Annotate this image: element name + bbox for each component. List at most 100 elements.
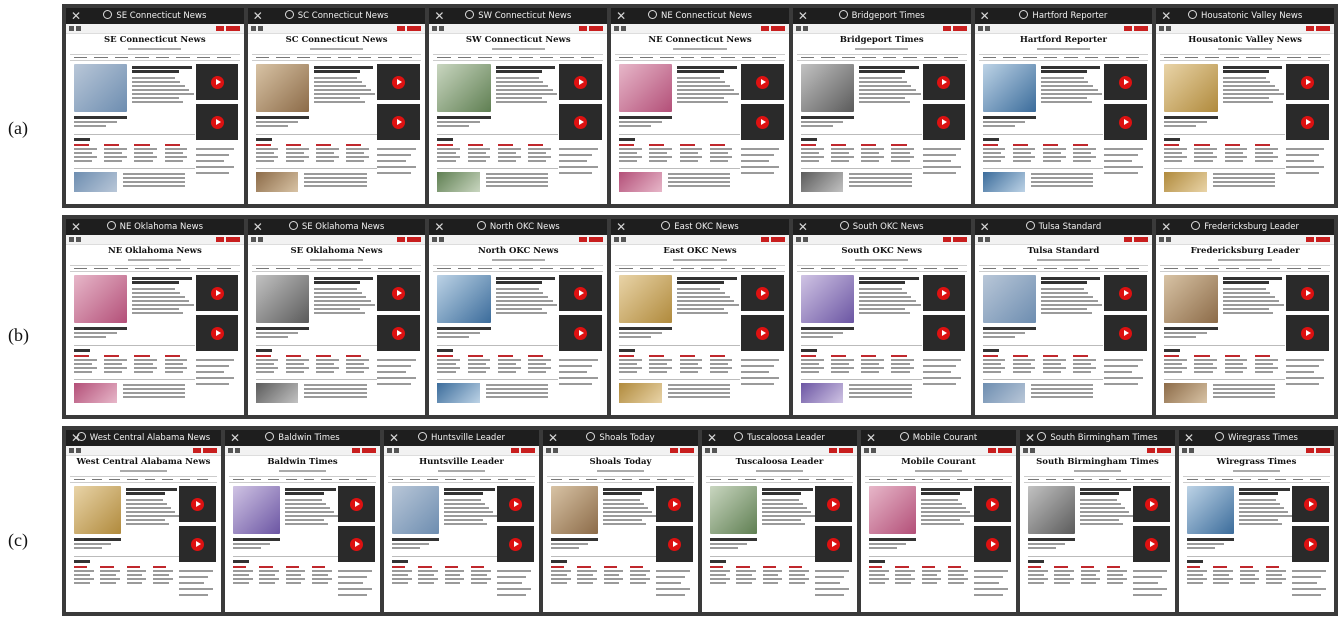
browser-window[interactable]: ✕ Wiregrass Times Wiregrass Times — [1179, 430, 1334, 612]
play-icon[interactable] — [210, 326, 224, 340]
nav-item[interactable] — [303, 478, 315, 480]
nav-item[interactable] — [1164, 56, 1178, 58]
nav-item[interactable] — [409, 478, 421, 480]
nav-item[interactable] — [1239, 478, 1251, 480]
nav-item[interactable] — [1257, 478, 1269, 480]
nav-item[interactable] — [710, 478, 721, 480]
nav-item[interactable] — [921, 478, 933, 480]
nav-item[interactable] — [498, 56, 513, 58]
nav-item[interactable] — [1064, 267, 1078, 269]
nav-item[interactable] — [1125, 56, 1140, 58]
play-icon[interactable] — [573, 326, 587, 340]
nav-item[interactable] — [457, 267, 472, 269]
play-icon[interactable] — [1119, 75, 1133, 89]
browser-window[interactable]: ✕ South OKC News South OKC News — [792, 219, 971, 415]
nav-item[interactable] — [656, 478, 668, 480]
nav-item[interactable] — [1310, 478, 1321, 480]
nav-item[interactable] — [519, 56, 533, 58]
nav-item[interactable] — [660, 267, 674, 269]
play-icon[interactable] — [1119, 286, 1133, 300]
nav-item[interactable] — [427, 478, 438, 480]
play-icon[interactable] — [509, 497, 523, 511]
nav-item[interactable] — [285, 478, 297, 480]
nav-item[interactable] — [378, 56, 392, 58]
nav-item[interactable] — [480, 478, 491, 480]
browser-window[interactable]: ✕ Tuscaloosa Leader Tuscaloosa Leader — [702, 430, 857, 612]
nav-item[interactable] — [903, 56, 917, 58]
nav-item[interactable] — [135, 56, 149, 58]
nav-item[interactable] — [255, 267, 270, 269]
nav-item[interactable] — [603, 478, 615, 480]
nav-item[interactable] — [1151, 478, 1162, 480]
play-icon[interactable] — [509, 537, 523, 551]
nav-item[interactable] — [126, 478, 138, 480]
nav-item[interactable] — [800, 56, 815, 58]
play-icon[interactable] — [350, 497, 364, 511]
play-icon[interactable] — [986, 537, 1000, 551]
nav-item[interactable] — [1307, 267, 1321, 269]
play-icon[interactable] — [827, 497, 841, 511]
nav-item[interactable] — [957, 478, 968, 480]
nav-item[interactable] — [217, 56, 231, 58]
nav-item[interactable] — [135, 267, 149, 269]
nav-item[interactable] — [74, 267, 88, 269]
nav-item[interactable] — [660, 56, 674, 58]
nav-item[interactable] — [1246, 267, 1260, 269]
nav-item[interactable] — [619, 267, 633, 269]
nav-item[interactable] — [398, 56, 413, 58]
browser-window[interactable]: ✕ NE Oklahoma News NE Oklahoma News — [66, 219, 244, 415]
play-icon[interactable] — [1300, 326, 1314, 340]
nav-item[interactable] — [457, 56, 472, 58]
nav-item[interactable] — [886, 478, 898, 480]
nav-item[interactable] — [1184, 56, 1199, 58]
nav-item[interactable] — [478, 267, 492, 269]
browser-window[interactable]: ✕ East OKC News East OKC News — [611, 219, 789, 415]
nav-item[interactable] — [1064, 56, 1078, 58]
nav-item[interactable] — [762, 56, 776, 58]
nav-item[interactable] — [923, 56, 938, 58]
nav-item[interactable] — [1043, 267, 1058, 269]
play-icon[interactable] — [392, 286, 406, 300]
nav-item[interactable] — [398, 267, 413, 269]
nav-item[interactable] — [639, 267, 654, 269]
play-icon[interactable] — [1145, 497, 1159, 511]
nav-item[interactable] — [551, 478, 562, 480]
nav-item[interactable] — [841, 56, 856, 58]
nav-item[interactable] — [1043, 56, 1058, 58]
play-icon[interactable] — [392, 115, 406, 129]
browser-window[interactable]: ✕ South Birmingham Times South Birmingham … — [1020, 430, 1175, 612]
browser-window[interactable]: ✕ Shoals Today Shoals Today — [543, 430, 698, 612]
play-icon[interactable] — [668, 537, 682, 551]
nav-item[interactable] — [358, 267, 372, 269]
nav-item[interactable] — [1003, 56, 1017, 58]
nav-item[interactable] — [944, 56, 958, 58]
nav-item[interactable] — [437, 267, 451, 269]
nav-item[interactable] — [539, 267, 554, 269]
nav-item[interactable] — [337, 267, 351, 269]
nav-item[interactable] — [317, 267, 331, 269]
nav-item[interactable] — [862, 56, 876, 58]
play-icon[interactable] — [755, 326, 769, 340]
browser-window[interactable]: ✕ Bridgeport Times Bridgeport Times — [792, 8, 971, 204]
browser-window[interactable]: ✕ SE Connecticut News SE Connecticut News — [66, 8, 244, 204]
nav-item[interactable] — [815, 478, 827, 480]
nav-item[interactable] — [939, 478, 951, 480]
nav-item[interactable] — [358, 56, 372, 58]
nav-item[interactable] — [94, 267, 108, 269]
nav-item[interactable] — [1225, 56, 1240, 58]
browser-window[interactable]: ✕ NE Connecticut News NE Connecticut News — [611, 8, 789, 204]
nav-item[interactable] — [497, 478, 509, 480]
nav-item[interactable] — [144, 478, 156, 480]
nav-item[interactable] — [1023, 267, 1037, 269]
play-icon[interactable] — [937, 75, 951, 89]
nav-item[interactable] — [1164, 267, 1178, 269]
nav-item[interactable] — [580, 56, 595, 58]
play-icon[interactable] — [392, 75, 406, 89]
nav-item[interactable] — [745, 478, 756, 480]
nav-item[interactable] — [821, 267, 835, 269]
nav-item[interactable] — [700, 56, 715, 58]
nav-item[interactable] — [619, 56, 633, 58]
nav-item[interactable] — [1275, 478, 1286, 480]
nav-item[interactable] — [1003, 267, 1017, 269]
play-icon[interactable] — [755, 75, 769, 89]
